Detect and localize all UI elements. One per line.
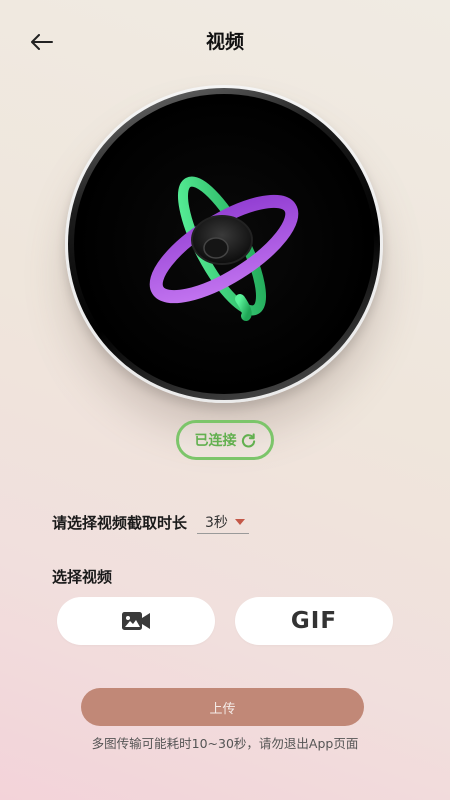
page-title: 视频	[205, 31, 244, 53]
device-screen	[74, 94, 374, 394]
duration-row: 请选择视频截取时长 3秒	[52, 510, 249, 534]
caret-down-icon	[234, 519, 245, 525]
refresh-icon	[241, 432, 255, 447]
duration-select[interactable]: 3秒	[197, 510, 249, 534]
orbit-logo-icon	[149, 176, 299, 321]
status-label: 已连接	[194, 433, 237, 449]
gif-option-button[interactable]: GIF	[235, 597, 393, 645]
duration-label: 请选择视频截取时长	[52, 513, 188, 532]
upload-button[interactable]: 上传	[81, 688, 364, 726]
video-camera-icon	[122, 612, 150, 630]
duration-value: 3秒	[205, 515, 228, 531]
connection-status-badge[interactable]: 已连接	[176, 420, 274, 460]
video-option-button[interactable]	[57, 597, 215, 645]
upload-hint: 多图传输可能耗时10~30秒，请勿退出App页面	[91, 736, 359, 751]
select-video-label: 选择视频	[52, 568, 113, 586]
device-preview	[65, 85, 383, 403]
